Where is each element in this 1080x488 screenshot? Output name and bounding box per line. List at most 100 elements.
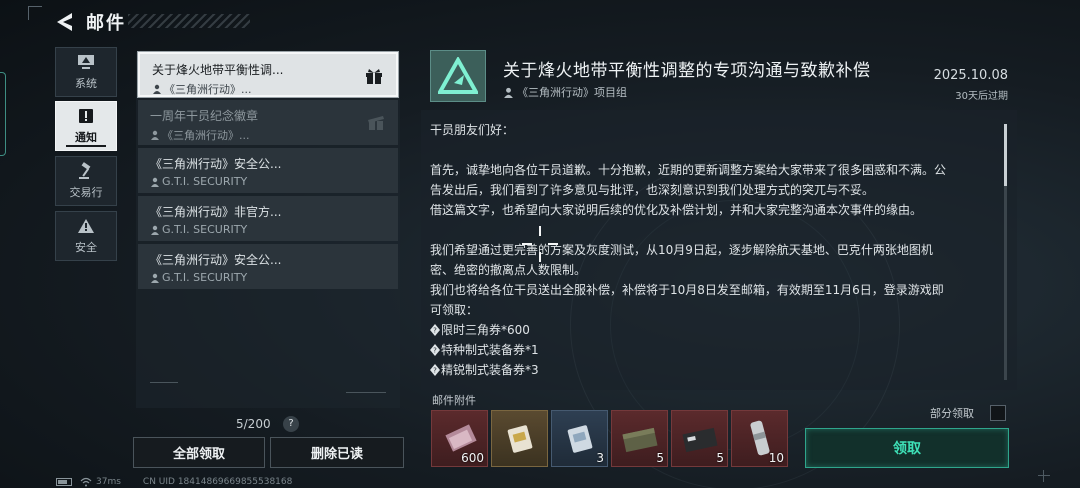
category-system[interactable]: 系统 (55, 47, 117, 97)
person-icon (151, 225, 159, 235)
status-bar: 37ms CN UID 18414869669855538168 (56, 476, 292, 488)
body-line: 我们也将给各位干员送出全服补偿，补偿将于10月8日发至邮箱，有效期至11月6日，… (430, 283, 944, 297)
reward-line: ? 特种制式装备券*1 (430, 340, 996, 360)
warning-icon (76, 217, 96, 235)
reward-line: ? 限时三角券*600 (430, 320, 996, 340)
delete-read-button[interactable]: 删除已读 (270, 437, 404, 468)
header-corner-decoration (28, 6, 42, 20)
mail-item[interactable]: 《三角洲行动》安全公... G.T.I. SECURITY (138, 148, 398, 193)
ammo-crate-icon (621, 427, 658, 452)
person-icon (151, 130, 159, 140)
body-line: 密、绝密的撤离点人数限制。 (430, 263, 587, 277)
attachment-item[interactable]: 600 (431, 410, 488, 467)
wifi-icon (80, 477, 92, 487)
battery-icon (56, 478, 72, 486)
reward-text: 精锐制式装备券*3 (441, 363, 539, 377)
person-icon (153, 84, 161, 94)
mail-list-panel: 关于烽火地带平衡性调... 《三角洲行动》... 一周年干员纪念徽章 《三角洲行… (136, 52, 400, 408)
mail-sender-row: 《三角洲行动》... (150, 127, 386, 143)
category-security[interactable]: 安全 (55, 211, 117, 261)
body-scroll-thumb[interactable] (1004, 124, 1007, 186)
reward-line: ? 精锐制式装备券*3 (430, 360, 996, 380)
mail-item[interactable]: 一周年干员纪念徽章 《三角洲行动》... (138, 100, 398, 145)
edge-tab-marker (0, 72, 6, 156)
attachment-item[interactable]: 5 (611, 410, 668, 467)
mail-date: 2025.10.08 (933, 68, 1008, 83)
back-arrow-icon (57, 13, 72, 31)
missing-glyph-icon: ? (430, 324, 440, 336)
special-equipment-coupon-icon (507, 424, 532, 453)
mail-sender-row: G.T.I. SECURITY (150, 175, 386, 188)
category-notice[interactable]: 通知 (55, 101, 117, 151)
category-label: 系统 (75, 77, 97, 90)
mail-sender: 《三角洲行动》... (164, 83, 252, 96)
mail-detail-sender-row: 《三角洲行动》项目组 (503, 84, 627, 100)
mail-item[interactable]: 《三角洲行动》非官方... G.T.I. SECURITY (138, 196, 398, 241)
mail-sender: G.T.I. SECURITY (162, 175, 248, 188)
help-icon[interactable]: ? (283, 416, 299, 432)
reward-text: 限时三角券*600 (441, 323, 530, 337)
back-button[interactable] (52, 10, 78, 34)
missing-glyph-icon: ? (430, 344, 440, 356)
ping-text: 37ms (96, 477, 121, 487)
mail-title: 关于烽火地带平衡性调... (152, 63, 284, 77)
mail-item[interactable]: 《三角洲行动》安全公... G.T.I. SECURITY (138, 244, 398, 289)
mail-sender-row: G.T.I. SECURITY (150, 271, 386, 284)
category-label: 交易行 (69, 186, 103, 199)
monitor-icon (76, 53, 96, 71)
mail-expiry: 30天后过期 (955, 91, 1008, 102)
category-trade[interactable]: 交易行 (55, 156, 117, 206)
svg-text:?: ? (433, 367, 437, 375)
reward-text: 特种制式装备券*1 (441, 343, 539, 357)
mail-sender: G.T.I. SECURITY (162, 223, 248, 236)
attachment-item[interactable]: 10 (731, 410, 788, 467)
gavel-icon (76, 162, 96, 180)
person-icon (151, 177, 159, 187)
mail-sender: 《三角洲行动》... (162, 129, 250, 142)
delta-logo-icon (438, 57, 478, 94)
supply-case-icon (681, 427, 718, 452)
mail-detail-sender: 《三角洲行动》项目组 (517, 86, 627, 99)
attachment-item[interactable]: 3 (551, 410, 608, 467)
claim-all-button[interactable]: 全部领取 (133, 437, 265, 468)
mail-title: 一周年干员纪念徽章 (150, 109, 259, 123)
body-line: 我们希望通过更完善的方案及灰度测试，从10月9日起，逐步解除航天基地、巴克什两张… (430, 243, 933, 257)
partial-claim-checkbox[interactable] (990, 405, 1006, 421)
body-line: 借这篇文字，也希望向大家说明后续的优化及补偿计划，并和大家完整沟通本次事件的缘由… (430, 203, 923, 217)
mail-title: 《三角洲行动》安全公... (150, 253, 282, 267)
mail-title: 《三角洲行动》安全公... (150, 157, 282, 171)
list-footer-decoration (150, 382, 386, 393)
attachment-item[interactable]: 5 (671, 410, 728, 467)
header-stripes-decoration (128, 14, 250, 28)
sender-logo (430, 50, 486, 102)
partial-claim-label: 部分领取 (930, 407, 974, 420)
svg-text:?: ? (433, 327, 437, 335)
body-line: 可领取： (430, 303, 479, 317)
gift-opened-icon (368, 116, 384, 130)
mail-detail-title: 关于烽火地带平衡性调整的专项沟通与致歉补偿 (503, 61, 871, 81)
claim-button[interactable]: 领取 (805, 428, 1009, 468)
attachment-quantity: 10 (768, 451, 784, 465)
attachment-quantity: 5 (656, 451, 664, 465)
mail-item[interactable]: 关于烽火地带平衡性调... 《三角洲行动》... (138, 52, 398, 97)
category-label: 通知 (75, 131, 97, 144)
page-title: 邮件 (86, 13, 126, 34)
body-line: 告发出后，我们看到了许多意见与批评，也深刻意识到我们处理方式的突兀与不妥。 (430, 183, 875, 197)
svg-text:?: ? (433, 347, 437, 355)
attachment-quantity: 600 (461, 451, 484, 465)
body-line: 首先，诚挚地向各位干员道歉。十分抱歉，近期的更新调整方案给大家带来了很多困惑和不… (430, 163, 947, 177)
mail-sender-row: 《三角洲行动》... (152, 81, 384, 97)
missing-glyph-icon: ? (430, 364, 440, 376)
attachment-item[interactable] (491, 410, 548, 467)
attachment-quantity: 3 (596, 451, 604, 465)
category-label: 安全 (75, 241, 97, 254)
elite-equipment-coupon-icon (567, 424, 592, 453)
mail-sender: G.T.I. SECURITY (162, 271, 248, 284)
mail-sender-row: G.T.I. SECURITY (150, 223, 386, 236)
person-icon (504, 87, 513, 98)
uid-text: CN UID 18414869669855538168 (142, 477, 293, 487)
mail-body-text: 干员朋友们好： 首先，诚挚地向各位干员道歉。十分抱歉，近期的更新调整方案给大家带… (430, 120, 996, 380)
gift-icon (366, 69, 382, 84)
mail-count: 5/200 (236, 417, 271, 431)
alert-icon (76, 107, 96, 125)
